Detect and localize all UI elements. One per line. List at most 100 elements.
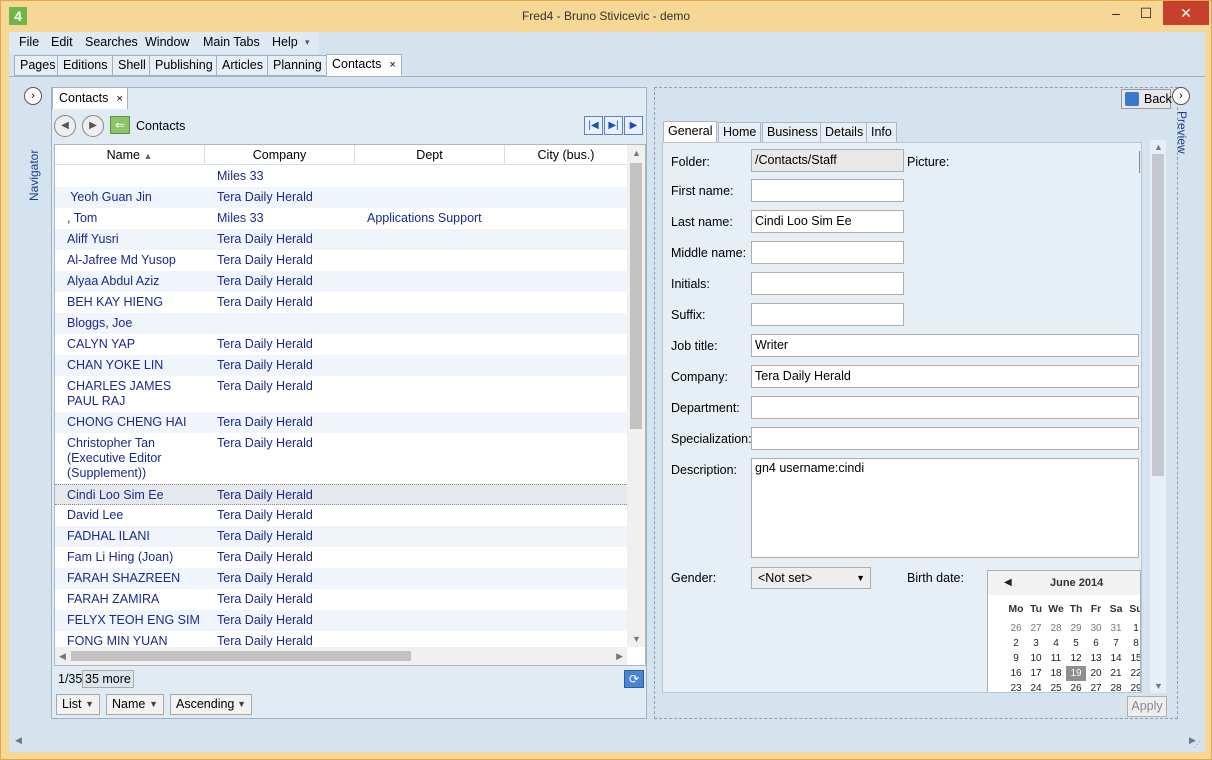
calendar-day[interactable]: 30: [1086, 621, 1106, 636]
calendar-day[interactable]: 14: [1106, 651, 1126, 666]
table-row[interactable]: CHARLES JAMES PAUL RAJ Tera Daily Herald: [55, 376, 627, 412]
birth-date-calendar[interactable]: ◀ June 2014 Mo Tu We Th Fr Sa Su 2627282…: [987, 570, 1141, 692]
table-row[interactable]: , Tom Miles 33 Applications Support: [55, 208, 627, 229]
last-page-icon[interactable]: ▶|: [604, 116, 623, 135]
table-row[interactable]: CALYN YAP Tera Daily Herald: [55, 334, 627, 355]
table-row[interactable]: FELYX TEOH ENG SIM Tera Daily Herald: [55, 610, 627, 631]
calendar-day[interactable]: 4: [1046, 636, 1066, 651]
scroll-down-icon[interactable]: ▼: [1154, 681, 1163, 691]
apply-button[interactable]: Apply: [1127, 696, 1167, 717]
menu-help[interactable]: Help: [272, 35, 298, 49]
horizontal-scrollbar[interactable]: ◀ ▶: [55, 647, 627, 665]
scroll-up-icon[interactable]: ▲: [1154, 142, 1163, 152]
table-row[interactable]: Christopher Tan (Executive Editor (Suppl…: [55, 433, 627, 484]
close-tab-icon[interactable]: ×: [116, 93, 122, 105]
table-row[interactable]: BEH KAY HIENG Tera Daily Herald: [55, 292, 627, 313]
tab-info[interactable]: Info: [866, 122, 897, 143]
close-button[interactable]: ✕: [1163, 1, 1209, 25]
company-field[interactable]: Tera Daily Herald: [751, 365, 1139, 388]
table-row[interactable]: CHONG CHENG HAI Tera Daily Herald: [55, 412, 627, 433]
calendar-day[interactable]: 29: [1126, 681, 1140, 692]
table-row[interactable]: FARAH SHAZREEN Tera Daily Herald: [55, 568, 627, 589]
calendar-day[interactable]: 11: [1046, 651, 1066, 666]
table-row[interactable]: Alyaa Abdul Aziz Tera Daily Herald: [55, 271, 627, 292]
table-row[interactable]: Aliff Yusri Tera Daily Herald: [55, 229, 627, 250]
table-row[interactable]: FADHAL ILANI Tera Daily Herald: [55, 526, 627, 547]
horizontal-scroll-thumb[interactable]: [71, 651, 411, 661]
calendar-day[interactable]: 12: [1066, 651, 1086, 666]
tab-home[interactable]: Home: [718, 122, 762, 143]
gender-dropdown[interactable]: <Not set> ▼: [751, 567, 871, 589]
tab-editions[interactable]: Editions: [57, 55, 114, 76]
tab-general[interactable]: General: [663, 121, 718, 144]
calendar-day[interactable]: 25: [1046, 681, 1066, 692]
picture-box[interactable]: [1139, 151, 1141, 173]
calendar-day[interactable]: 18: [1046, 666, 1066, 681]
calendar-month[interactable]: June 2014: [1050, 577, 1103, 589]
specialization-field[interactable]: [751, 427, 1139, 450]
forward-arrow-icon[interactable]: ▶: [82, 115, 104, 137]
load-more-button[interactable]: 35 more: [82, 670, 134, 688]
tab-shell[interactable]: Shell: [112, 55, 152, 76]
calendar-day[interactable]: 22: [1126, 666, 1140, 681]
column-header-name[interactable]: Name ▲: [55, 145, 205, 165]
folder-field[interactable]: /Contacts/Staff: [751, 149, 904, 172]
calendar-day[interactable]: 31: [1106, 621, 1126, 636]
menu-searches[interactable]: Searches: [85, 35, 138, 49]
suffix-field[interactable]: [751, 303, 904, 326]
last-name-field[interactable]: Cindi Loo Sim Ee: [751, 210, 904, 233]
calendar-day[interactable]: 28: [1106, 681, 1126, 692]
tab-publishing[interactable]: Publishing: [149, 55, 219, 76]
back-button[interactable]: Back: [1121, 89, 1172, 109]
tab-business[interactable]: Business: [762, 122, 823, 143]
calendar-day[interactable]: 26: [1006, 621, 1026, 636]
menu-file[interactable]: File: [19, 35, 39, 49]
refresh-icon[interactable]: ⟳: [624, 670, 644, 688]
table-row[interactable]: CHAN YOKE LIN Tera Daily Herald: [55, 355, 627, 376]
initials-field[interactable]: [751, 272, 904, 295]
calendar-day[interactable]: 7: [1106, 636, 1126, 651]
menu-main-tabs[interactable]: Main Tabs: [203, 35, 260, 49]
sort-field-dropdown[interactable]: Name ▼: [106, 694, 164, 715]
expand-navigator-icon[interactable]: ›: [24, 87, 42, 105]
table-row[interactable]: Miles 33: [55, 166, 627, 187]
calendar-day[interactable]: 20: [1086, 666, 1106, 681]
resize-grip-icon[interactable]: ⋰: [1193, 740, 1203, 750]
menu-edit[interactable]: Edit: [51, 35, 73, 49]
job-title-field[interactable]: Writer: [751, 334, 1139, 357]
vertical-scrollbar[interactable]: ▲ ▼: [627, 145, 645, 647]
calendar-day[interactable]: 26: [1066, 681, 1086, 692]
table-row[interactable]: Yeoh Guan Jin Tera Daily Herald: [55, 187, 627, 208]
close-tab-icon[interactable]: ×: [389, 59, 395, 71]
navigator-label[interactable]: Navigator: [27, 111, 41, 201]
calendar-day[interactable]: 27: [1086, 681, 1106, 692]
sort-order-dropdown[interactable]: Ascending ▼: [170, 694, 252, 715]
column-header-city[interactable]: City (bus.): [505, 145, 627, 165]
calendar-day[interactable]: 2: [1006, 636, 1026, 651]
scroll-left-icon[interactable]: ◀: [15, 735, 22, 746]
previous-month-icon[interactable]: ◀: [1004, 577, 1012, 588]
calendar-day[interactable]: 17: [1026, 666, 1046, 681]
table-row-selected[interactable]: Cindi Loo Sim Ee Tera Daily Herald: [55, 484, 627, 505]
maximize-button[interactable]: ☐: [1131, 1, 1161, 25]
department-field[interactable]: [751, 396, 1139, 419]
calendar-day[interactable]: 10: [1026, 651, 1046, 666]
calendar-day[interactable]: 9: [1006, 651, 1026, 666]
minimize-button[interactable]: –: [1101, 1, 1131, 25]
calendar-day[interactable]: 21: [1106, 666, 1126, 681]
vertical-scroll-thumb[interactable]: [630, 163, 642, 429]
table-row[interactable]: Bloggs, Joe: [55, 313, 627, 334]
calendar-day[interactable]: 5: [1066, 636, 1086, 651]
next-page-icon[interactable]: ▶: [624, 116, 643, 135]
calendar-day[interactable]: 1: [1126, 621, 1140, 636]
detail-vertical-scrollbar[interactable]: ▲ ▼: [1150, 140, 1166, 693]
tab-pages[interactable]: Pages: [14, 55, 62, 76]
calendar-day[interactable]: 6: [1086, 636, 1106, 651]
column-header-dept[interactable]: Dept: [355, 145, 505, 165]
calendar-day[interactable]: 19: [1066, 666, 1086, 681]
calendar-day[interactable]: 23: [1006, 681, 1026, 692]
calendar-day[interactable]: 16: [1006, 666, 1026, 681]
table-row[interactable]: Al-Jafree Md Yusop Tera Daily Herald: [55, 250, 627, 271]
calendar-day[interactable]: 29: [1066, 621, 1086, 636]
scroll-right-icon[interactable]: ▶: [616, 651, 623, 662]
